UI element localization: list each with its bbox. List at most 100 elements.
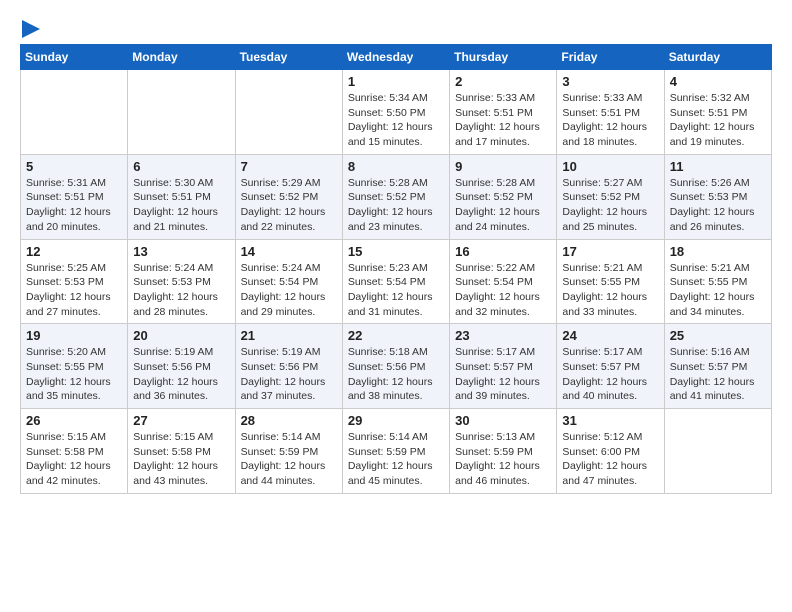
calendar-week-row: 12 Sunrise: 5:25 AM Sunset: 5:53 PM Dayli… <box>21 239 772 324</box>
weekday-header: Wednesday <box>342 45 449 70</box>
calendar-cell: 22 Sunrise: 5:18 AM Sunset: 5:56 PM Dayli… <box>342 324 449 409</box>
day-number: 1 <box>348 74 444 89</box>
calendar-cell: 27Sunrise: 5:15 AM Sunset: 5:58 PM Dayli… <box>128 409 235 494</box>
day-info: Sunrise: 5:17 AM Sunset: 5:57 PM Dayligh… <box>455 345 551 404</box>
calendar-week-row: 1 Sunrise: 5:34 AM Sunset: 5:50 PM Daylig… <box>21 70 772 155</box>
calendar-cell: 14 Sunrise: 5:24 AM Sunset: 5:54 PM Dayli… <box>235 239 342 324</box>
day-info: Sunrise: 5:21 AM Sunset: 5:55 PM Dayligh… <box>562 261 658 320</box>
calendar-cell: 16 Sunrise: 5:22 AM Sunset: 5:54 PM Dayli… <box>450 239 557 324</box>
weekday-header: Tuesday <box>235 45 342 70</box>
calendar-cell: 30Sunrise: 5:13 AM Sunset: 5:59 PM Dayli… <box>450 409 557 494</box>
day-number: 6 <box>133 159 229 174</box>
calendar-cell: 1 Sunrise: 5:34 AM Sunset: 5:50 PM Daylig… <box>342 70 449 155</box>
day-info: Sunrise: 5:27 AM Sunset: 5:52 PM Dayligh… <box>562 176 658 235</box>
weekday-header: Monday <box>128 45 235 70</box>
calendar-week-row: 26Sunrise: 5:15 AM Sunset: 5:58 PM Dayli… <box>21 409 772 494</box>
calendar-cell: 9 Sunrise: 5:28 AM Sunset: 5:52 PM Daylig… <box>450 154 557 239</box>
weekday-header: Saturday <box>664 45 771 70</box>
day-number: 24 <box>562 328 658 343</box>
day-info: Sunrise: 5:14 AM Sunset: 5:59 PM Dayligh… <box>241 430 337 489</box>
calendar-cell: 6 Sunrise: 5:30 AM Sunset: 5:51 PM Daylig… <box>128 154 235 239</box>
day-info: Sunrise: 5:16 AM Sunset: 5:57 PM Dayligh… <box>670 345 766 404</box>
day-info: Sunrise: 5:12 AM Sunset: 6:00 PM Dayligh… <box>562 430 658 489</box>
day-info: Sunrise: 5:26 AM Sunset: 5:53 PM Dayligh… <box>670 176 766 235</box>
day-number: 16 <box>455 244 551 259</box>
day-number: 30 <box>455 413 551 428</box>
calendar-cell: 15 Sunrise: 5:23 AM Sunset: 5:54 PM Dayli… <box>342 239 449 324</box>
calendar-cell: 24 Sunrise: 5:17 AM Sunset: 5:57 PM Dayli… <box>557 324 664 409</box>
calendar-cell: 8 Sunrise: 5:28 AM Sunset: 5:52 PM Daylig… <box>342 154 449 239</box>
day-info: Sunrise: 5:15 AM Sunset: 5:58 PM Dayligh… <box>26 430 122 489</box>
calendar-cell <box>664 409 771 494</box>
day-number: 31 <box>562 413 658 428</box>
calendar-cell <box>235 70 342 155</box>
calendar-week-row: 19Sunrise: 5:20 AM Sunset: 5:55 PM Dayli… <box>21 324 772 409</box>
weekday-header: Sunday <box>21 45 128 70</box>
day-info: Sunrise: 5:25 AM Sunset: 5:53 PM Dayligh… <box>26 261 122 320</box>
day-number: 21 <box>241 328 337 343</box>
day-info: Sunrise: 5:31 AM Sunset: 5:51 PM Dayligh… <box>26 176 122 235</box>
calendar-week-row: 5 Sunrise: 5:31 AM Sunset: 5:51 PM Daylig… <box>21 154 772 239</box>
calendar-cell: 31 Sunrise: 5:12 AM Sunset: 6:00 PM Dayli… <box>557 409 664 494</box>
day-info: Sunrise: 5:22 AM Sunset: 5:54 PM Dayligh… <box>455 261 551 320</box>
calendar-cell: 25 Sunrise: 5:16 AM Sunset: 5:57 PM Dayli… <box>664 324 771 409</box>
day-info: Sunrise: 5:29 AM Sunset: 5:52 PM Dayligh… <box>241 176 337 235</box>
day-info: Sunrise: 5:19 AM Sunset: 5:56 PM Dayligh… <box>241 345 337 404</box>
day-number: 14 <box>241 244 337 259</box>
calendar-cell: 10 Sunrise: 5:27 AM Sunset: 5:52 PM Dayli… <box>557 154 664 239</box>
calendar-cell: 21 Sunrise: 5:19 AM Sunset: 5:56 PM Dayli… <box>235 324 342 409</box>
calendar-table: SundayMondayTuesdayWednesdayThursdayFrid… <box>20 44 772 494</box>
calendar-cell: 20 Sunrise: 5:19 AM Sunset: 5:56 PM Dayli… <box>128 324 235 409</box>
day-number: 2 <box>455 74 551 89</box>
page-header <box>20 20 772 34</box>
day-number: 3 <box>562 74 658 89</box>
calendar-cell: 18Sunrise: 5:21 AM Sunset: 5:55 PM Dayli… <box>664 239 771 324</box>
day-info: Sunrise: 5:24 AM Sunset: 5:53 PM Dayligh… <box>133 261 229 320</box>
logo <box>20 20 40 34</box>
day-number: 7 <box>241 159 337 174</box>
day-number: 12 <box>26 244 122 259</box>
day-info: Sunrise: 5:17 AM Sunset: 5:57 PM Dayligh… <box>562 345 658 404</box>
calendar-header-row: SundayMondayTuesdayWednesdayThursdayFrid… <box>21 45 772 70</box>
day-info: Sunrise: 5:21 AM Sunset: 5:55 PM Dayligh… <box>670 261 766 320</box>
logo-bird-icon <box>22 20 40 38</box>
day-number: 15 <box>348 244 444 259</box>
calendar-cell <box>128 70 235 155</box>
day-number: 11 <box>670 159 766 174</box>
day-number: 13 <box>133 244 229 259</box>
day-info: Sunrise: 5:28 AM Sunset: 5:52 PM Dayligh… <box>455 176 551 235</box>
day-number: 9 <box>455 159 551 174</box>
day-info: Sunrise: 5:30 AM Sunset: 5:51 PM Dayligh… <box>133 176 229 235</box>
day-info: Sunrise: 5:24 AM Sunset: 5:54 PM Dayligh… <box>241 261 337 320</box>
calendar-cell: 19Sunrise: 5:20 AM Sunset: 5:55 PM Dayli… <box>21 324 128 409</box>
calendar-cell: 29 Sunrise: 5:14 AM Sunset: 5:59 PM Dayli… <box>342 409 449 494</box>
day-info: Sunrise: 5:19 AM Sunset: 5:56 PM Dayligh… <box>133 345 229 404</box>
day-info: Sunrise: 5:33 AM Sunset: 5:51 PM Dayligh… <box>455 91 551 150</box>
day-number: 23 <box>455 328 551 343</box>
day-number: 10 <box>562 159 658 174</box>
day-number: 5 <box>26 159 122 174</box>
day-number: 29 <box>348 413 444 428</box>
day-number: 25 <box>670 328 766 343</box>
calendar-cell: 26Sunrise: 5:15 AM Sunset: 5:58 PM Dayli… <box>21 409 128 494</box>
day-info: Sunrise: 5:33 AM Sunset: 5:51 PM Dayligh… <box>562 91 658 150</box>
calendar-cell: 17Sunrise: 5:21 AM Sunset: 5:55 PM Dayli… <box>557 239 664 324</box>
calendar-cell: 3 Sunrise: 5:33 AM Sunset: 5:51 PM Daylig… <box>557 70 664 155</box>
calendar-cell: 2 Sunrise: 5:33 AM Sunset: 5:51 PM Daylig… <box>450 70 557 155</box>
calendar-cell: 4Sunrise: 5:32 AM Sunset: 5:51 PM Daylig… <box>664 70 771 155</box>
day-info: Sunrise: 5:14 AM Sunset: 5:59 PM Dayligh… <box>348 430 444 489</box>
calendar-cell: 7 Sunrise: 5:29 AM Sunset: 5:52 PM Daylig… <box>235 154 342 239</box>
calendar-cell: 5 Sunrise: 5:31 AM Sunset: 5:51 PM Daylig… <box>21 154 128 239</box>
day-number: 19 <box>26 328 122 343</box>
calendar-cell: 23 Sunrise: 5:17 AM Sunset: 5:57 PM Dayli… <box>450 324 557 409</box>
calendar-cell: 11 Sunrise: 5:26 AM Sunset: 5:53 PM Dayli… <box>664 154 771 239</box>
day-number: 22 <box>348 328 444 343</box>
day-info: Sunrise: 5:23 AM Sunset: 5:54 PM Dayligh… <box>348 261 444 320</box>
day-info: Sunrise: 5:18 AM Sunset: 5:56 PM Dayligh… <box>348 345 444 404</box>
day-info: Sunrise: 5:34 AM Sunset: 5:50 PM Dayligh… <box>348 91 444 150</box>
day-info: Sunrise: 5:28 AM Sunset: 5:52 PM Dayligh… <box>348 176 444 235</box>
calendar-cell: 12 Sunrise: 5:25 AM Sunset: 5:53 PM Dayli… <box>21 239 128 324</box>
day-number: 8 <box>348 159 444 174</box>
calendar-cell: 28Sunrise: 5:14 AM Sunset: 5:59 PM Dayli… <box>235 409 342 494</box>
day-number: 20 <box>133 328 229 343</box>
